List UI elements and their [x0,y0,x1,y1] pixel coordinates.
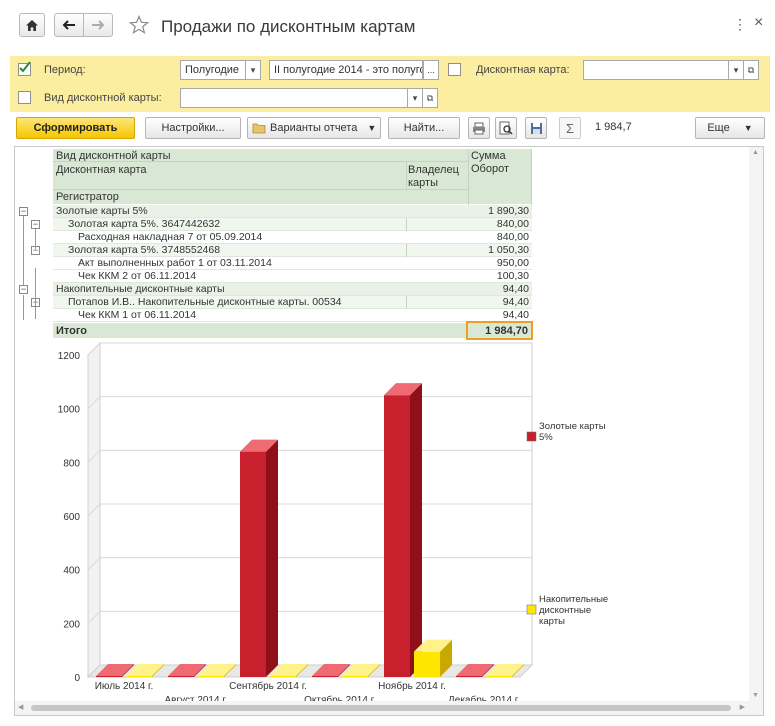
discount-card-field[interactable] [583,60,729,80]
report-variants-button[interactable]: Варианты отчета ▼ [247,117,381,139]
bar-front[interactable] [384,395,410,677]
star-icon[interactable] [129,15,149,35]
bar-front[interactable] [96,676,122,677]
scroll-left-icon[interactable]: ◀ [18,703,23,711]
save-button[interactable] [525,117,547,139]
menu-icon[interactable]: ⋮ [733,16,747,33]
horizontal-scrollbar[interactable]: ◀ ▶ [15,701,763,715]
card-type-checkbox[interactable] [18,91,31,104]
dropdown-arrow-icon: ▼ [367,123,377,133]
card-type-open-button[interactable]: ⧉ [422,88,438,108]
y-tick-label: 600 [63,512,80,523]
bar-front[interactable] [240,451,266,677]
page-title: Продажи по дисконтным картам [161,17,416,36]
card-type-label: Вид дисконтной карты: [44,92,162,104]
discount-card-open-button[interactable]: ⧉ [743,60,759,80]
open-icon: ⧉ [747,64,755,75]
home-button[interactable] [19,13,45,37]
print-preview-icon [499,121,513,135]
close-icon[interactable]: × [754,14,763,32]
vertical-scrollbar[interactable]: ▲ ▼ [749,147,763,715]
discount-card-checkbox[interactable] [448,63,461,76]
y-tick-label: 0 [74,673,80,684]
discount-card-label: Дисконтная карта: [476,64,570,76]
bar-front[interactable] [168,676,194,677]
period-value-field[interactable]: II полугодие 2014 - это полуго... [269,60,423,80]
period-label: Период: [44,64,86,76]
card-type-field[interactable] [180,88,408,108]
bar-side[interactable] [410,383,422,677]
back-button[interactable] [54,13,84,37]
period-type-dropdown[interactable]: ▾ [245,60,261,80]
legend-swatch [526,604,537,615]
x-tick-label: Сентябрь 2014 г. [229,680,307,692]
forward-button[interactable] [83,13,113,37]
y-tick-label: 200 [63,619,80,630]
bar-front[interactable] [198,676,224,677]
dropdown-arrow-icon: ▾ [250,64,256,75]
arrow-left-icon [62,20,75,30]
legend-label: Золотые карты 5% [539,421,606,443]
bar-front[interactable] [126,676,152,677]
checkmark-icon [19,61,31,73]
print-icon [473,122,485,134]
find-button[interactable]: Найти... [388,117,460,139]
arrow-right-icon [92,20,105,30]
ellipsis-icon: ... [427,65,435,75]
legend-swatch [526,431,537,442]
period-select-button[interactable]: ... [423,60,439,80]
preview-button[interactable] [495,117,517,139]
dropdown-arrow-icon: ▾ [733,64,739,75]
discount-card-dropdown[interactable]: ▾ [728,60,744,80]
bar-side[interactable] [266,439,278,677]
sum-value: 1 984,7 [595,121,632,133]
save-icon [530,122,542,134]
report-variants-label: Варианты отчета [270,122,358,134]
generate-button[interactable]: Сформировать [16,117,135,139]
x-tick-label: Ноябрь 2014 г. [378,680,446,692]
scroll-down-icon[interactable]: ▼ [752,692,759,699]
period-checkbox[interactable] [18,61,31,76]
bar-front[interactable] [414,651,440,677]
filter-panel: Период: Полугодие ▾ II полугодие 2014 - … [10,56,770,112]
folder-icon [252,123,266,134]
bar-front[interactable] [270,676,296,677]
y-tick-label: 1200 [58,351,81,362]
x-tick-label: Июль 2014 г. [95,681,154,692]
card-type-dropdown[interactable]: ▾ [407,88,423,108]
bar-front[interactable] [486,676,512,677]
more-label: Еще [707,122,730,134]
home-icon [26,19,38,31]
bar-front[interactable] [312,676,338,677]
open-icon: ⧉ [426,92,434,103]
chart: 020040060080010001200Июль 2014 г.Август … [58,341,608,706]
scroll-right-icon[interactable]: ▶ [740,703,745,711]
scrollbar-thumb[interactable] [31,705,731,711]
period-type-select[interactable]: Полугодие [180,60,246,80]
dropdown-arrow-icon: ▼ [743,123,753,133]
print-button[interactable] [468,117,490,139]
scroll-up-icon[interactable]: ▲ [752,149,759,156]
sum-icon: Σ [565,120,575,136]
y-tick-label: 800 [63,458,80,469]
sum-button[interactable]: Σ [559,117,581,139]
more-button[interactable]: Еще ▼ [695,117,765,139]
dropdown-arrow-icon: ▾ [412,92,418,103]
bar-front[interactable] [456,676,482,677]
report-area: Вид дисконтной карты Дисконтная карта Вл… [14,146,764,716]
settings-button[interactable]: Настройки... [145,117,241,139]
legend-label: Накопительные дисконтные карты [539,594,608,627]
y-tick-label: 400 [63,566,80,577]
y-tick-label: 1000 [58,405,81,416]
bar-front[interactable] [342,676,368,677]
